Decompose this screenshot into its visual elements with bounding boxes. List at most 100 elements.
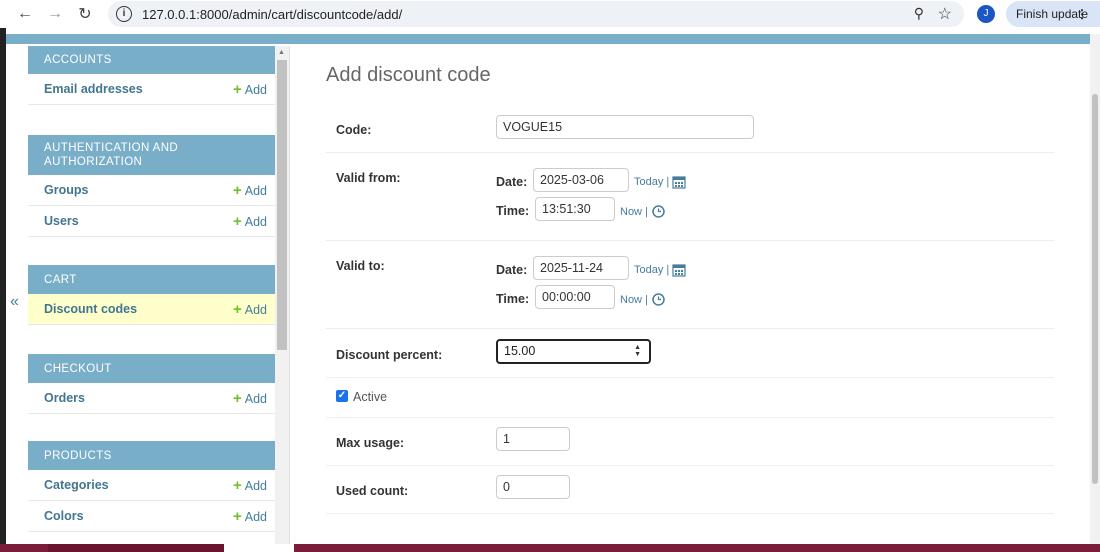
now-link[interactable]: Now |: [620, 294, 648, 306]
site-info-icon[interactable]: i: [116, 6, 132, 22]
add-link[interactable]: + Add: [233, 477, 267, 494]
sidebar-item-discount-codes: Discount codes + Add: [28, 294, 275, 325]
max-usage-input[interactable]: [496, 427, 570, 451]
field-row-max-usage: Max usage:: [326, 418, 1054, 466]
now-shortcut: Now |: [620, 205, 665, 218]
module-title[interactable]: ACCOUNTS: [44, 54, 112, 66]
valid-to-time-input[interactable]: [535, 285, 615, 309]
valid-from-date-input[interactable]: [533, 168, 629, 192]
date-label: Date:: [496, 175, 528, 189]
plus-icon: +: [232, 181, 242, 199]
valid-to-label: Valid to:: [336, 259, 385, 273]
module-header-checkout[interactable]: CHECKOUT: [28, 354, 275, 383]
clock-icon[interactable]: [652, 205, 665, 218]
add-label: Add: [244, 302, 267, 317]
zoom-icon[interactable]: ⚲: [914, 5, 924, 22]
admin-header-strip: [6, 34, 1094, 44]
model-link[interactable]: Discount codes: [44, 302, 137, 316]
module-title[interactable]: CART: [44, 274, 77, 286]
add-link[interactable]: + Add: [233, 508, 267, 525]
add-link[interactable]: + Add: [233, 390, 267, 407]
module-title[interactable]: AUTHENTICATION AND AUTHORIZATION: [44, 141, 259, 169]
discount-percent-input[interactable]: 15.00 ▲ ▼: [496, 339, 651, 364]
add-label: Add: [244, 183, 267, 198]
add-label: Add: [244, 478, 267, 493]
reload-icon[interactable]: ↻: [70, 0, 100, 28]
module-header-auth[interactable]: AUTHENTICATION AND AUTHORIZATION: [28, 135, 275, 175]
model-link[interactable]: Email addresses: [44, 82, 143, 96]
bookmark-star-icon[interactable]: ☆: [938, 4, 952, 24]
scroll-up-arrow-icon[interactable]: ▲: [278, 49, 285, 56]
discount-percent-value: 15.00: [504, 344, 536, 358]
valid-from-time-input[interactable]: [535, 197, 615, 221]
max-usage-label: Max usage:: [336, 436, 405, 450]
plus-icon: +: [232, 507, 242, 525]
today-shortcut: Today |: [634, 175, 686, 189]
sidebar-item-categories: Categories + Add: [28, 470, 275, 501]
now-link[interactable]: Now |: [620, 206, 648, 218]
add-link[interactable]: + Add: [233, 213, 267, 230]
plus-icon: +: [232, 212, 242, 230]
sidebar-scroll-thumb[interactable]: [277, 60, 287, 350]
add-link[interactable]: + Add: [233, 182, 267, 199]
field-row-active: ✓ Active: [326, 378, 1054, 418]
forward-arrow-icon[interactable]: →: [40, 0, 70, 28]
active-label[interactable]: Active: [353, 390, 387, 404]
os-taskbar: [0, 544, 1100, 552]
plus-icon: +: [232, 476, 242, 494]
time-label: Time:: [496, 292, 530, 306]
back-arrow-icon[interactable]: ←: [10, 0, 40, 28]
url-text[interactable]: 127.0.0.1:8000/admin/cart/discountcode/a…: [142, 7, 402, 22]
date-label: Date:: [496, 263, 528, 277]
sidebar-item-groups: Groups + Add: [28, 175, 275, 206]
plus-icon: +: [232, 300, 242, 318]
calendar-icon[interactable]: [672, 263, 686, 277]
model-link[interactable]: Orders: [44, 391, 85, 405]
more-menu-icon[interactable]: ⋮: [1076, 1, 1088, 27]
browser-toolbar: ← → ↻ i 127.0.0.1:8000/admin/cart/discou…: [0, 0, 1100, 28]
used-count-input[interactable]: [496, 475, 570, 499]
collapse-sidebar-toggle[interactable]: «: [10, 293, 19, 311]
now-shortcut: Now |: [620, 293, 665, 306]
field-row-code: Code:: [326, 104, 1054, 153]
module-header-cart[interactable]: CART: [28, 265, 275, 294]
code-label: Code:: [336, 123, 372, 137]
model-link[interactable]: Categories: [44, 478, 109, 492]
model-link[interactable]: Users: [44, 214, 79, 228]
active-checkbox[interactable]: ✓: [336, 390, 348, 402]
today-link[interactable]: Today |: [634, 176, 669, 188]
today-link[interactable]: Today |: [634, 264, 669, 276]
code-input[interactable]: [496, 115, 754, 139]
module-header-products[interactable]: PRODUCTS: [28, 441, 275, 470]
sidebar-scrollbar[interactable]: ▲: [275, 46, 289, 552]
taskbar-section: [48, 544, 224, 552]
sidebar-item-orders: Orders + Add: [28, 383, 275, 414]
field-row-used-count: Used count:: [326, 466, 1054, 514]
model-link[interactable]: Colors: [44, 509, 84, 523]
page-title: Add discount code: [326, 64, 491, 86]
field-row-valid-from: Valid from: Date: Today | Time: Now |: [326, 153, 1054, 241]
page-scroll-thumb[interactable]: [1092, 94, 1098, 484]
module-header-accounts[interactable]: ACCOUNTS: [28, 46, 275, 74]
clock-icon[interactable]: [652, 293, 665, 306]
spinner-arrows-icon[interactable]: ▲ ▼: [634, 344, 641, 358]
calendar-icon[interactable]: [672, 175, 686, 189]
valid-to-date-input[interactable]: [533, 256, 629, 280]
discount-percent-label: Discount percent:: [336, 348, 443, 362]
model-link[interactable]: Groups: [44, 183, 88, 197]
module-title[interactable]: CHECKOUT: [44, 363, 112, 375]
sidebar-divider: [289, 46, 290, 552]
field-row-discount-percent: Discount percent: 15.00 ▲ ▼: [326, 329, 1054, 378]
add-link[interactable]: + Add: [233, 301, 267, 318]
add-label: Add: [244, 214, 267, 229]
time-label: Time:: [496, 204, 530, 218]
add-link[interactable]: + Add: [233, 81, 267, 98]
add-label: Add: [244, 509, 267, 524]
used-count-label: Used count:: [336, 484, 409, 498]
taskbar-search[interactable]: [224, 544, 294, 552]
module-title[interactable]: PRODUCTS: [44, 450, 112, 462]
page-scrollbar[interactable]: [1090, 34, 1100, 552]
address-bar[interactable]: i 127.0.0.1:8000/admin/cart/discountcode…: [108, 1, 964, 27]
profile-avatar[interactable]: J: [977, 5, 995, 23]
finish-update-button[interactable]: Finish update ⋮: [1006, 1, 1100, 27]
